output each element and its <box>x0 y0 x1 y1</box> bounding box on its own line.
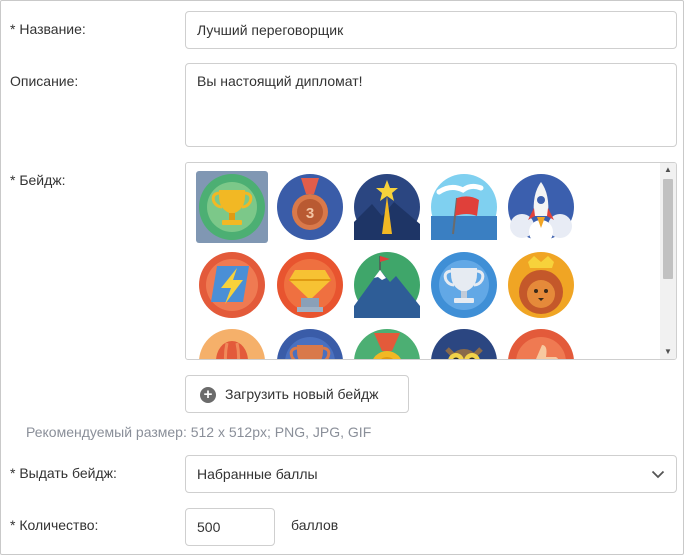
badge-option-bronze-cup[interactable] <box>274 326 346 359</box>
award-select-value: Набранные баллы <box>197 466 318 482</box>
badge-option-star-peak[interactable] <box>351 171 423 243</box>
description-textarea-value: Вы настоящий дипломат! <box>197 73 363 89</box>
badge-option-thumbs-up[interactable] <box>505 326 577 359</box>
lion-icon <box>508 252 574 318</box>
flag-icon <box>431 174 497 240</box>
upload-badge-button[interactable]: + Загрузить новый бейдж <box>185 375 409 413</box>
badge-option-diamond[interactable] <box>274 249 346 321</box>
upload-badge-button-label: Загрузить новый бейдж <box>225 386 379 402</box>
plus-circle-icon: + <box>200 387 216 403</box>
quantity-input-value: 500 <box>197 519 221 535</box>
scroll-up-arrow-icon[interactable]: ▲ <box>660 163 676 177</box>
medal-3-icon: 3 <box>277 174 343 240</box>
quantity-input[interactable]: 500 <box>185 508 275 546</box>
badge-label: * Бейдж: <box>10 172 66 188</box>
star-peak-icon <box>354 174 420 240</box>
recommended-size-hint: Рекомендуемый размер: 512 x 512px; PNG, … <box>26 424 372 440</box>
name-input[interactable]: Лучший переговорщик <box>185 11 677 49</box>
quantity-label: * Количество: <box>10 517 99 533</box>
name-input-value: Лучший переговорщик <box>197 22 344 38</box>
badge-option-medal-3[interactable]: 3 <box>274 171 346 243</box>
badge-option-balloon[interactable] <box>196 326 268 359</box>
badge-picker-scrollbar[interactable]: ▲ ▼ <box>660 163 676 359</box>
scroll-down-arrow-icon[interactable]: ▼ <box>660 345 676 359</box>
rocket-icon <box>508 174 574 240</box>
badge-option-silver-cup[interactable] <box>428 249 500 321</box>
chevron-down-icon <box>651 470 665 479</box>
badge-option-owl[interactable] <box>428 326 500 359</box>
badge-picker[interactable]: 3 ▲ ▼ <box>185 162 677 360</box>
trophy-icon <box>199 174 265 240</box>
lightning-icon <box>199 252 265 318</box>
badge-option-lightning[interactable] <box>196 249 268 321</box>
name-label: * Название: <box>10 21 86 37</box>
thumbs-up-icon <box>508 329 574 359</box>
award-label: * Выдать бейдж: <box>10 465 117 481</box>
badge-option-green-medal[interactable] <box>351 326 423 359</box>
badge-option-flag[interactable] <box>428 171 500 243</box>
badge-form: * Название: Лучший переговорщик Описание… <box>0 0 684 555</box>
scroll-thumb[interactable] <box>663 179 673 279</box>
owl-icon <box>431 329 497 359</box>
diamond-icon <box>277 252 343 318</box>
description-textarea[interactable]: Вы настоящий дипломат! <box>185 63 677 147</box>
badge-option-lion[interactable] <box>505 249 577 321</box>
silver-cup-icon <box>431 252 497 318</box>
description-label: Описание: <box>10 73 79 89</box>
badge-option-trophy[interactable] <box>196 171 268 243</box>
badge-option-mountain-flag[interactable] <box>351 249 423 321</box>
svg-text:3: 3 <box>306 205 314 222</box>
mountain-flag-icon <box>354 252 420 318</box>
quantity-unit: баллов <box>291 517 339 533</box>
badge-option-rocket[interactable] <box>505 171 577 243</box>
balloon-icon <box>199 329 265 359</box>
green-medal-icon <box>354 329 420 359</box>
bronze-cup-icon <box>277 329 343 359</box>
award-select[interactable]: Набранные баллы <box>185 455 677 493</box>
